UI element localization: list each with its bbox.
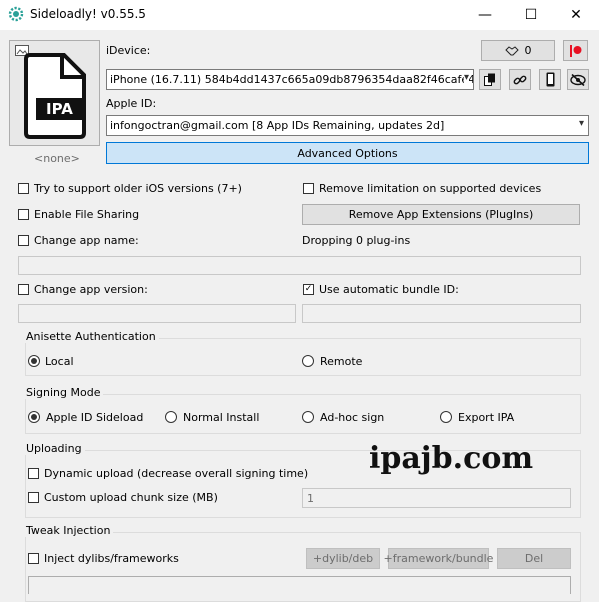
close-icon: ✕: [570, 7, 582, 23]
device-button[interactable]: [539, 69, 561, 90]
maximize-button[interactable]: ☐: [508, 0, 554, 30]
chevron-down-icon: ▾: [463, 72, 469, 83]
older-ios-checkbox[interactable]: [18, 183, 29, 194]
link-icon: [513, 75, 527, 84]
minimize-icon: —: [478, 7, 492, 23]
title-bar: Sideloadly! v0.55.5 — ☐ ✕: [0, 0, 599, 30]
ipa-drop-area[interactable]: IPA: [9, 40, 100, 146]
eye-slash-icon: [570, 73, 586, 86]
uploading-title: Uploading: [23, 442, 85, 455]
advanced-options-button[interactable]: Advanced Options: [106, 142, 589, 164]
pair-count-value: 0: [524, 44, 532, 57]
signing-normal-label: Normal Install: [183, 411, 260, 424]
older-ios-label: Try to support older iOS versions (7+): [34, 182, 242, 195]
ipa-badge-text: IPA: [46, 100, 73, 118]
signing-export-label: Export IPA: [458, 411, 515, 424]
change-version-label: Change app version:: [34, 283, 148, 296]
remove-extensions-button[interactable]: Remove App Extensions (PlugIns): [302, 204, 580, 225]
anisette-local-label: Local: [45, 355, 74, 368]
tweak-title: Tweak Injection: [23, 524, 114, 537]
remove-extensions-label: Remove App Extensions (PlugIns): [348, 208, 534, 221]
anisette-remote-radio[interactable]: [302, 355, 314, 367]
idevice-label: iDevice:: [106, 44, 151, 57]
hide-button[interactable]: [567, 69, 589, 90]
copy-button[interactable]: [479, 69, 501, 90]
file-sharing-checkbox[interactable]: [18, 209, 29, 220]
auto-bundle-label: Use automatic bundle ID:: [319, 283, 459, 296]
add-dylib-label: +dylib/deb: [312, 552, 374, 565]
checkmark-icon: ✓: [304, 284, 313, 294]
window-title: Sideloadly! v0.55.5: [30, 7, 146, 21]
add-framework-label: +framework/bundle: [383, 552, 494, 565]
signing-apple-id-label: Apple ID Sideload: [46, 411, 144, 424]
file-sharing-label: Enable File Sharing: [34, 208, 140, 221]
signing-export-radio[interactable]: [440, 411, 452, 423]
minimize-button[interactable]: —: [462, 0, 508, 30]
apple-id-select[interactable]: infongoctran@gmail.com [8 App IDs Remain…: [106, 115, 589, 136]
signing-normal-radio[interactable]: [165, 411, 177, 423]
advanced-options-label: Advanced Options: [297, 146, 398, 160]
app-name-field[interactable]: [18, 256, 581, 275]
record-button[interactable]: [563, 40, 588, 61]
maximize-icon: ☐: [524, 7, 538, 23]
phone-icon: [546, 72, 554, 87]
record-icon: [569, 44, 581, 57]
custom-chunk-checkbox[interactable]: [28, 492, 39, 503]
device-selected-value: iPhone (16.7.11) 584b4dd1437c665a09db879…: [110, 73, 474, 86]
apple-id-label: Apple ID:: [106, 97, 157, 110]
inject-label: Inject dylibs/frameworks: [44, 552, 179, 565]
change-version-checkbox[interactable]: [18, 284, 29, 295]
watermark-text: ipajb.com: [369, 441, 534, 476]
ipa-file-icon: [24, 53, 86, 139]
dropping-plugins-text: Dropping 0 plug-ins: [302, 234, 411, 247]
link-button[interactable]: [509, 69, 531, 90]
handshake-icon: [504, 45, 519, 55]
bundle-id-field[interactable]: [302, 304, 581, 323]
app-gear-icon: [8, 6, 24, 22]
add-dylib-button[interactable]: +dylib/deb: [306, 548, 380, 569]
inject-checkbox[interactable]: [28, 553, 39, 564]
add-framework-button[interactable]: +framework/bundle: [384, 548, 493, 569]
dynamic-upload-checkbox[interactable]: [28, 468, 39, 479]
dynamic-upload-label: Dynamic upload (decrease overall signing…: [44, 467, 309, 480]
close-button[interactable]: ✕: [553, 0, 599, 30]
apple-id-selected-value: infongoctran@gmail.com [8 App IDs Remain…: [110, 119, 445, 132]
device-select[interactable]: iPhone (16.7.11) 584b4dd1437c665a09db879…: [106, 69, 474, 90]
change-name-label: Change app name:: [34, 234, 139, 247]
remove-limitation-label: Remove limitation on supported devices: [319, 182, 542, 195]
remove-limitation-checkbox[interactable]: [303, 183, 314, 194]
pair-count-button[interactable]: 0: [481, 40, 555, 61]
anisette-remote-label: Remote: [320, 355, 363, 368]
delete-button[interactable]: Del: [497, 548, 571, 569]
chunk-size-field[interactable]: 1: [302, 488, 571, 508]
signing-adhoc-label: Ad-hoc sign: [320, 411, 385, 424]
chunk-size-value: 1: [307, 491, 314, 505]
ipa-file-name: <none>: [34, 152, 80, 165]
auto-bundle-checkbox[interactable]: ✓: [303, 284, 314, 295]
signing-apple-id-radio[interactable]: [28, 411, 40, 423]
app-version-field[interactable]: [18, 304, 296, 323]
delete-label: Del: [524, 552, 544, 565]
signing-adhoc-radio[interactable]: [302, 411, 314, 423]
anisette-local-radio[interactable]: [28, 355, 40, 367]
anisette-title: Anisette Authentication: [23, 330, 159, 343]
copy-icon: [484, 73, 495, 86]
change-name-checkbox[interactable]: [18, 235, 29, 246]
chevron-down-icon: ▾: [578, 118, 584, 129]
tweak-list[interactable]: [28, 576, 571, 594]
custom-chunk-label: Custom upload chunk size (MB): [44, 491, 218, 504]
signing-mode-title: Signing Mode: [23, 386, 104, 399]
